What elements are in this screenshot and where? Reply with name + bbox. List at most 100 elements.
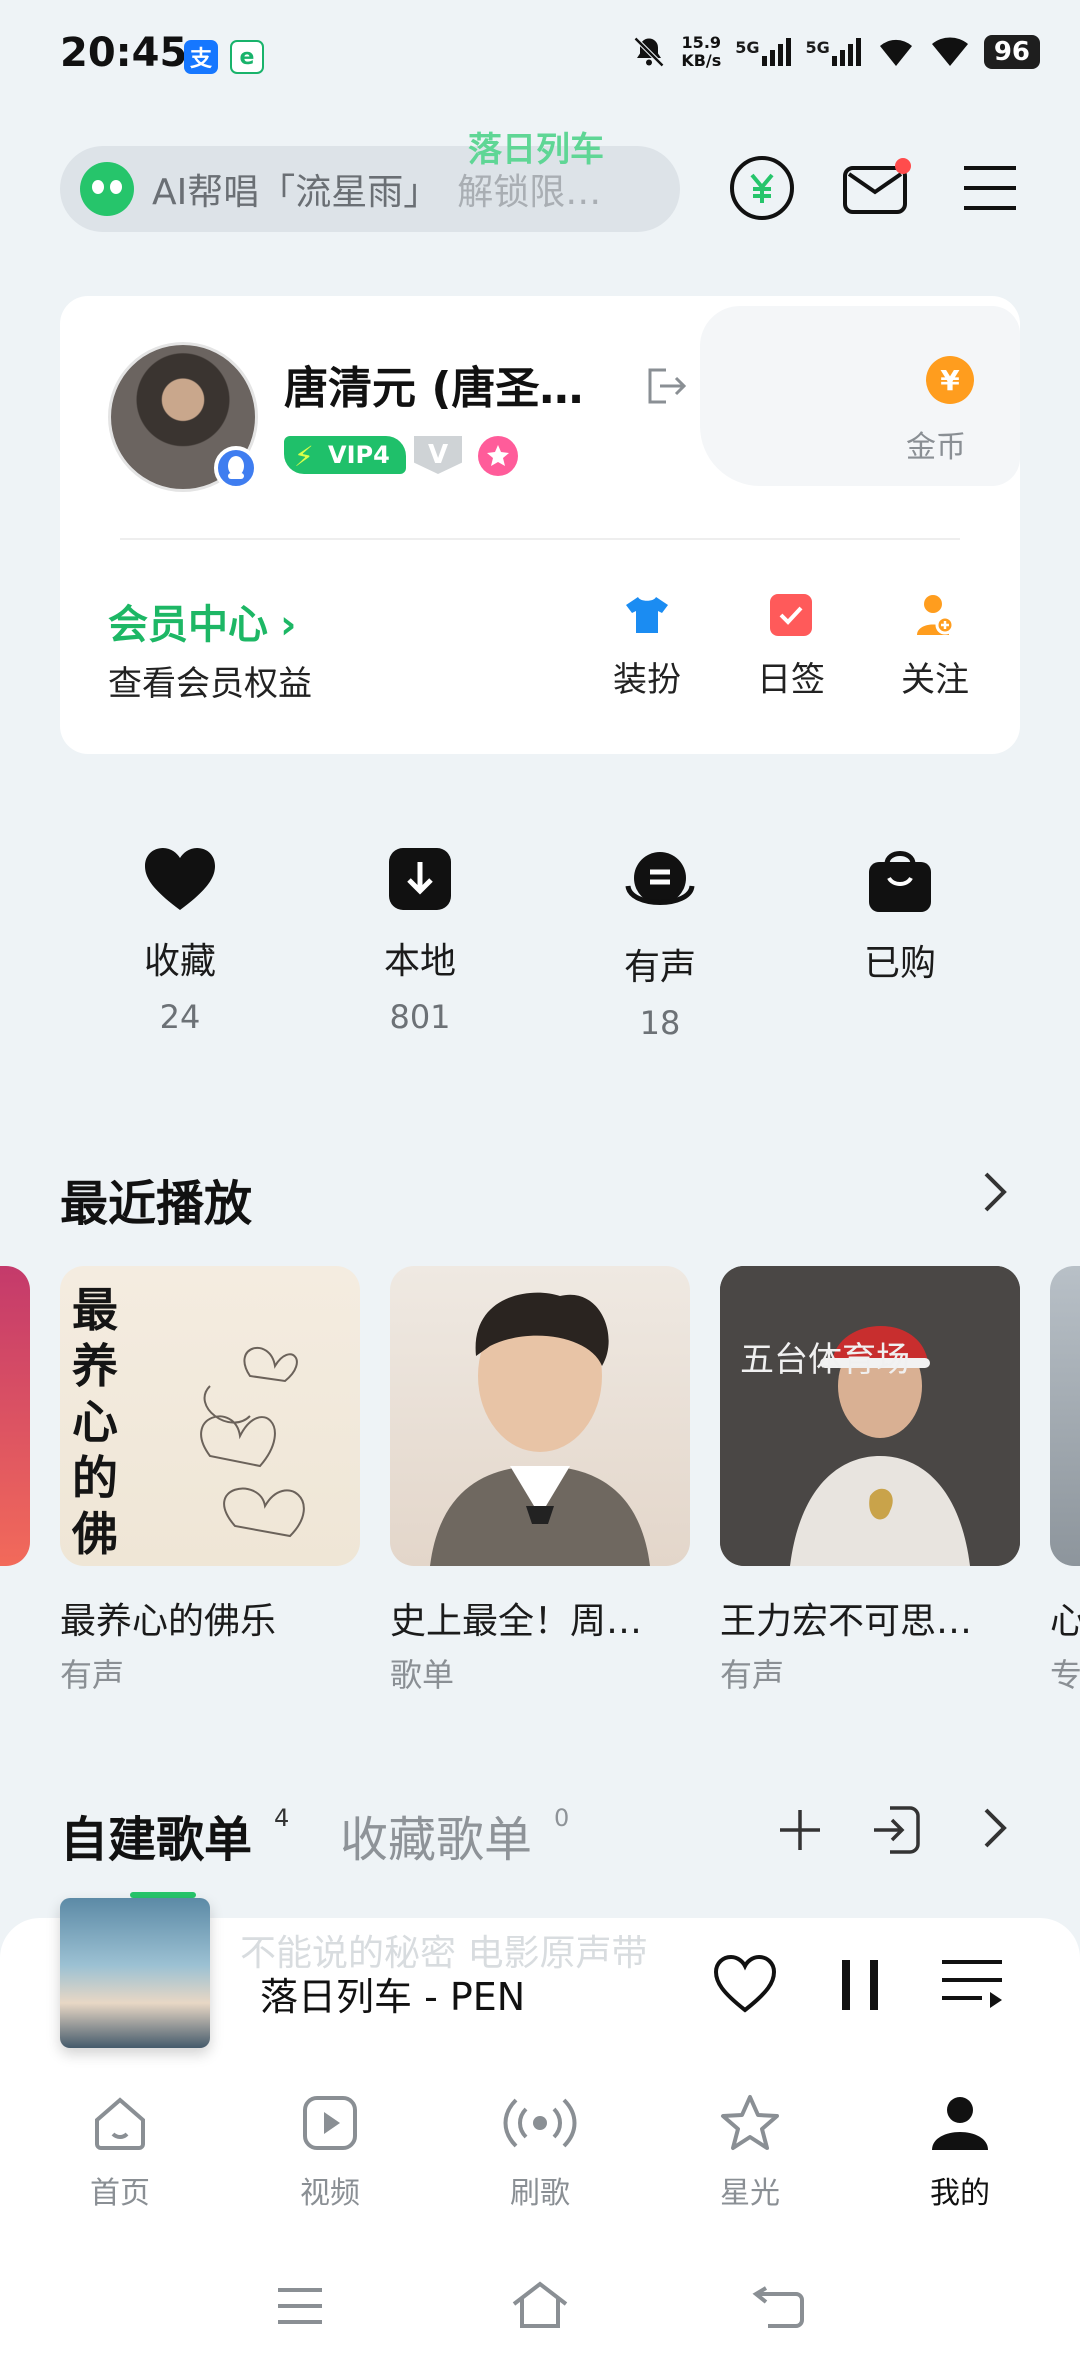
signal-bars-icon [831, 38, 861, 66]
follow-label: 关注 [901, 660, 969, 700]
heart-outline-icon [713, 1954, 777, 2013]
signal-1: 5G [735, 38, 791, 66]
chevron-right-icon: › [280, 602, 297, 648]
tab-discover[interactable]: 刷歌 [470, 2094, 610, 2212]
system-home-icon [512, 2281, 568, 2328]
alipay-icon: 支 [184, 40, 218, 74]
recent-item-cover[interactable]: 最养心的佛乐 [60, 1266, 360, 1566]
add-user-icon [912, 592, 958, 638]
tab-starlight[interactable]: 星光 [680, 2094, 820, 2212]
chevron-right-icon [984, 1172, 1007, 1212]
username[interactable]: 唐清元 (唐圣… [284, 352, 583, 416]
tab-home-label: 首页 [90, 2176, 150, 2211]
recent-item-partial-right[interactable] [1050, 1266, 1080, 1566]
user-icon [932, 2097, 988, 2150]
pause-button[interactable] [838, 1958, 882, 2016]
net-speed: 15.9 KB/s [681, 34, 721, 70]
flower-badge-icon[interactable] [478, 436, 518, 476]
collected-playlists-count: 0 [554, 1804, 570, 1832]
signal-2: 5G [806, 38, 862, 66]
cover-text: 五台体育场 [740, 1340, 910, 1380]
import-playlist-button[interactable] [870, 1804, 922, 1860]
cover-text: 最养心的佛乐 [72, 1283, 118, 1566]
home-icon [95, 2097, 145, 2150]
recent-item-type: 歌单 [390, 1656, 455, 1694]
recent-item-type: 有声 [720, 1656, 785, 1694]
tab-video-label: 视频 [300, 2176, 360, 2211]
vip-center-link[interactable]: 会员中心 › [108, 592, 296, 650]
download-icon [389, 848, 451, 910]
radio-icon [503, 2098, 577, 2148]
recent-item-title[interactable]: 王力宏不可思… [720, 1592, 1010, 1644]
coin-label[interactable]: 金币 [906, 422, 966, 466]
battery-level: 96 [983, 35, 1040, 69]
status-icons: 15.9 KB/s 5G 5G 96 [631, 34, 1040, 70]
wifi-icon [931, 37, 968, 66]
shirt-icon [624, 592, 670, 638]
recent-item-title[interactable]: 史上最全！周… [390, 1592, 680, 1644]
recent-item-partial-left[interactable] [0, 1266, 30, 1566]
daily-checkin-label: 日签 [757, 660, 825, 700]
recent-item-cover[interactable] [390, 1266, 690, 1566]
playlist-queue-button[interactable] [940, 1958, 1004, 2016]
daily-checkin-button[interactable]: 日签 [736, 592, 846, 701]
tab-discover-label: 刷歌 [510, 2176, 570, 2211]
heart-icon [145, 848, 215, 910]
lightning-icon: ⚡ [294, 440, 314, 473]
status-time: 20:45 [60, 30, 188, 76]
video-icon [303, 2096, 357, 2150]
like-button[interactable] [712, 1954, 778, 2018]
playlists-more-button[interactable] [980, 1806, 1010, 1854]
create-playlist-button[interactable] [776, 1806, 824, 1858]
audio-count: 18 [639, 1004, 681, 1042]
back-icon [752, 2286, 804, 2328]
net-speed-unit: KB/s [681, 51, 722, 70]
local-label: 本地 [383, 941, 456, 982]
local-entry[interactable]: 本地 801 [320, 846, 520, 1036]
qq-badge-icon [214, 446, 258, 490]
recent-title: 最近播放 [60, 1176, 253, 1232]
coin-icon[interactable]: ¥ [926, 356, 974, 404]
net-type-2: 5G [805, 38, 830, 57]
tab-home[interactable]: 首页 [50, 2094, 190, 2212]
audio-entry[interactable]: 有声 18 [560, 846, 760, 1042]
favorites-label: 收藏 [143, 941, 216, 982]
follow-button[interactable]: 关注 [880, 592, 990, 701]
system-home-button[interactable] [510, 2280, 570, 2334]
tab-mine[interactable]: 我的 [890, 2094, 1030, 2212]
net-speed-value: 15.9 [681, 33, 722, 52]
wallet-button[interactable] [724, 150, 800, 226]
audio-label: 有声 [623, 947, 696, 988]
system-back-button[interactable] [752, 2286, 806, 2334]
floating-lyric: 落日列车 [468, 130, 604, 170]
now-playing-title[interactable]: 落日列车 - PEN [260, 1966, 525, 2021]
messages-button[interactable] [838, 150, 914, 226]
dress-up-button[interactable]: 装扮 [592, 592, 702, 701]
recent-item-title[interactable]: 心 [1050, 1592, 1080, 1644]
recent-more-button[interactable] [980, 1170, 1010, 1218]
import-icon [874, 1806, 920, 1854]
qq-music-logo-icon [80, 162, 134, 216]
switch-account-button[interactable] [644, 366, 688, 410]
system-menu-button[interactable] [276, 2286, 324, 2330]
hotspot-icon [879, 39, 912, 66]
tab-video[interactable]: 视频 [260, 2094, 400, 2212]
recent-item-type: 有声 [60, 1656, 125, 1694]
concert-illustration [720, 1266, 1020, 1566]
tab-created-playlists[interactable]: 自建歌单 [60, 1800, 252, 1870]
now-playing-cover[interactable] [60, 1898, 210, 2048]
mute-bell-icon [634, 36, 665, 68]
recent-item-cover[interactable]: 五台体育场 [720, 1266, 1020, 1566]
logout-icon [648, 368, 687, 404]
tab-collected-playlists[interactable]: 收藏歌单 [340, 1800, 532, 1870]
yuan-coin-icon [730, 156, 794, 220]
signal-bars-icon [761, 38, 791, 66]
tab-starlight-label: 星光 [720, 2176, 780, 2211]
menu-button[interactable] [952, 150, 1028, 226]
recent-item-title[interactable]: 最养心的佛乐 [60, 1592, 350, 1644]
vip-center-subtitle[interactable]: 查看会员权益 [108, 656, 312, 705]
chevron-right-icon [984, 1808, 1007, 1848]
purchased-entry[interactable]: 已购 [800, 846, 1000, 1036]
favorites-entry[interactable]: 收藏 24 [80, 846, 280, 1036]
vip-center-label: 会员中心 [108, 602, 268, 648]
